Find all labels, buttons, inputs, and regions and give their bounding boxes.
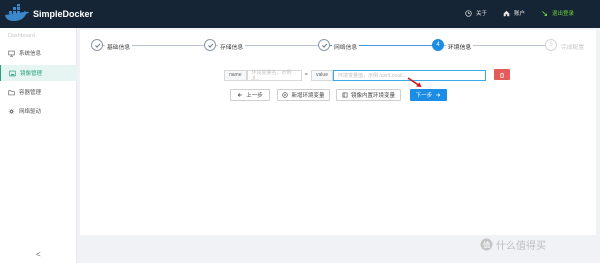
step-3-label[interactable]: 网络信息 — [332, 42, 360, 51]
sidebar: Dashboard 系统信息 镜像管理 容器管理 网络驱动 < — [0, 28, 77, 263]
sidebar-item-label: 系统信息 — [19, 51, 42, 57]
svg-text:值: 值 — [483, 239, 491, 249]
about-link[interactable]: 关于 — [465, 9, 487, 17]
sidebar-item-dashboard[interactable]: Dashboard — [0, 28, 77, 44]
env-name-input[interactable]: 环境变量名，示例 JI... — [246, 69, 302, 82]
step-5-label[interactable]: 完成配置 — [559, 42, 587, 51]
sidebar-item-label: 镜像管理 — [20, 71, 43, 77]
prev-step-label: 上一步 — [246, 93, 263, 99]
clock-icon — [465, 9, 472, 17]
next-step-label: 下一步 — [415, 93, 433, 99]
step-wizard: 基础信息 存储信息 网络信息 4 环境信息 5 完成配置 — [80, 30, 596, 60]
builtin-env-button[interactable]: 镜像内置环境变量 — [336, 89, 401, 101]
arrow-right-icon — [436, 93, 441, 97]
sidebar-item-label: 容器管理 — [19, 90, 42, 96]
folder-icon — [8, 89, 15, 95]
docker-whale-icon — [5, 4, 29, 21]
prev-step-button[interactable]: 上一步 — [230, 89, 270, 101]
watermark-logo-icon: 值 — [480, 238, 493, 251]
sidebar-item-label: Dashboard — [8, 33, 35, 39]
sidebar-item-image-management[interactable]: 镜像管理 — [0, 65, 77, 81]
action-buttons: 上一步 新增环境变量 镜像内置环境变量 下一步 — [80, 89, 596, 101]
sidebar-item-container-management[interactable]: 容器管理 — [0, 84, 77, 100]
logout-link[interactable]: 退出登录 — [541, 9, 574, 17]
image-icon — [9, 70, 16, 76]
step-2-label[interactable]: 存储信息 — [218, 42, 246, 51]
step-5-number: 5 — [545, 39, 557, 51]
add-env-button[interactable]: 新增环境变量 — [277, 89, 330, 101]
arrow-left-icon — [237, 93, 243, 97]
watermark-text: 什么值得买 — [496, 241, 546, 252]
account-link[interactable]: 账户 — [503, 9, 525, 17]
trash-icon — [500, 72, 504, 78]
builtin-env-label: 镜像内置环境变量 — [350, 93, 395, 99]
delete-env-button[interactable] — [494, 69, 510, 80]
main-card: 基础信息 存储信息 网络信息 4 环境信息 5 完成配置 name 环境变量名，… — [80, 30, 596, 235]
sidebar-item-label: 网络驱动 — [19, 109, 42, 115]
next-step-button[interactable]: 下一步 — [410, 89, 447, 101]
red-pointer-arrow-icon — [407, 77, 422, 87]
sidebar-item-network-driver[interactable]: 网络驱动 — [0, 103, 77, 119]
value-addon: value — [311, 69, 333, 81]
app-title: SimpleDocker — [33, 9, 94, 19]
env-variable-row: name 环境变量名，示例 JI... = value 环境变量值，示例 /us… — [224, 69, 486, 82]
equals-sign: = — [304, 72, 309, 78]
sidebar-collapse-button[interactable]: < — [36, 250, 41, 259]
exit-icon — [542, 10, 548, 16]
sidebar-item-system-info[interactable]: 系统信息 — [0, 45, 77, 61]
plus-circle-icon — [282, 92, 289, 98]
home-icon — [503, 10, 510, 16]
step-1-check-icon — [91, 39, 103, 51]
top-bar: SimpleDocker 关于 账户 退出登录 — [0, 0, 600, 28]
logout-label: 退出登录 — [552, 11, 575, 17]
name-addon: name — [224, 69, 247, 81]
step-4-number: 4 — [432, 39, 444, 51]
document-icon — [342, 92, 348, 98]
brand[interactable]: SimpleDocker — [4, 4, 93, 24]
monitor-icon — [8, 50, 15, 57]
about-label: 关于 — [476, 11, 488, 17]
step-1-label[interactable]: 基础信息 — [105, 42, 133, 51]
step-4-label[interactable]: 环境信息 — [446, 42, 474, 51]
add-env-label: 新增环境变量 — [291, 93, 325, 99]
network-icon — [8, 108, 15, 114]
step-3-check-icon — [318, 39, 330, 51]
account-label: 账户 — [514, 11, 526, 17]
watermark: 值 什么值得买 — [480, 237, 546, 252]
step-2-check-icon — [204, 39, 216, 51]
